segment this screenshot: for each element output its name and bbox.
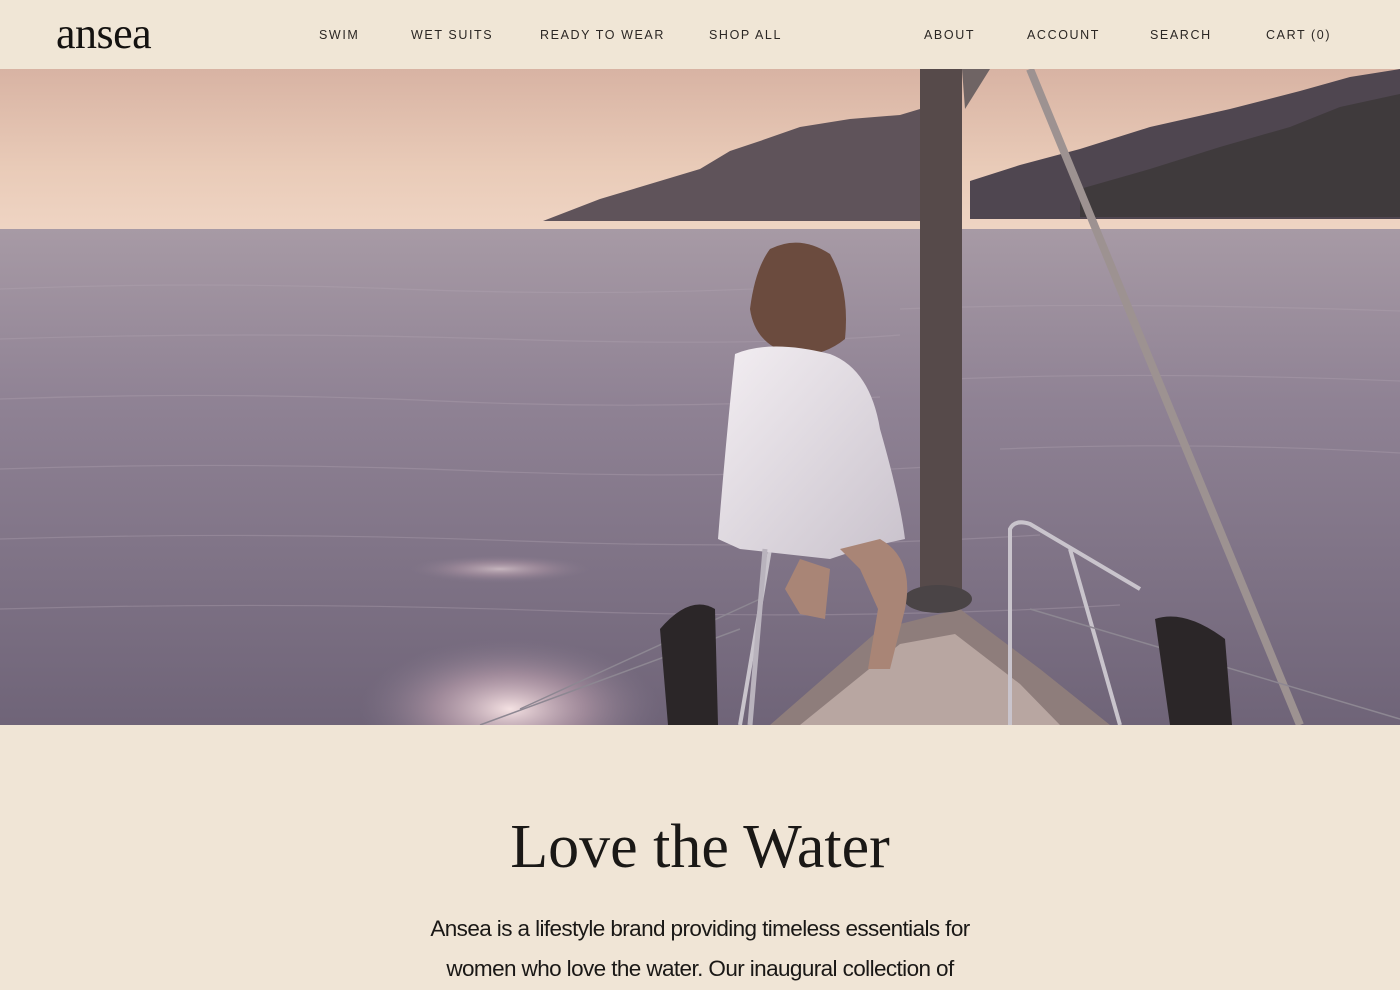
nav-search[interactable]: SEARCH [1150,27,1212,43]
hero-image [0,69,1400,725]
intro-section: Love the Water Ansea is a lifestyle bran… [0,725,1400,990]
brand-logo[interactable]: ansea [56,9,152,59]
nav-about[interactable]: ABOUT [924,27,975,43]
nav-cart[interactable]: CART (0) [1266,27,1331,43]
nav-swim[interactable]: SWIM [319,27,359,43]
nav-ready-to-wear[interactable]: READY TO WEAR [540,27,665,43]
nav-account[interactable]: ACCOUNT [1027,27,1100,43]
headline: Love the Water [510,813,890,881]
nav-wet-suits[interactable]: WET SUITS [411,27,493,43]
site-header: ansea SWIM WET SUITS READY TO WEAR SHOP … [0,0,1400,69]
nav-shop-all[interactable]: SHOP ALL [709,27,782,43]
intro-text: Ansea is a lifestyle brand providing tim… [400,909,1000,989]
hero-illustration [0,69,1400,725]
intro-line-1: Ansea is a lifestyle brand providing tim… [430,916,970,941]
intro-line-2: women who love the water. Our inaugural … [446,956,954,981]
